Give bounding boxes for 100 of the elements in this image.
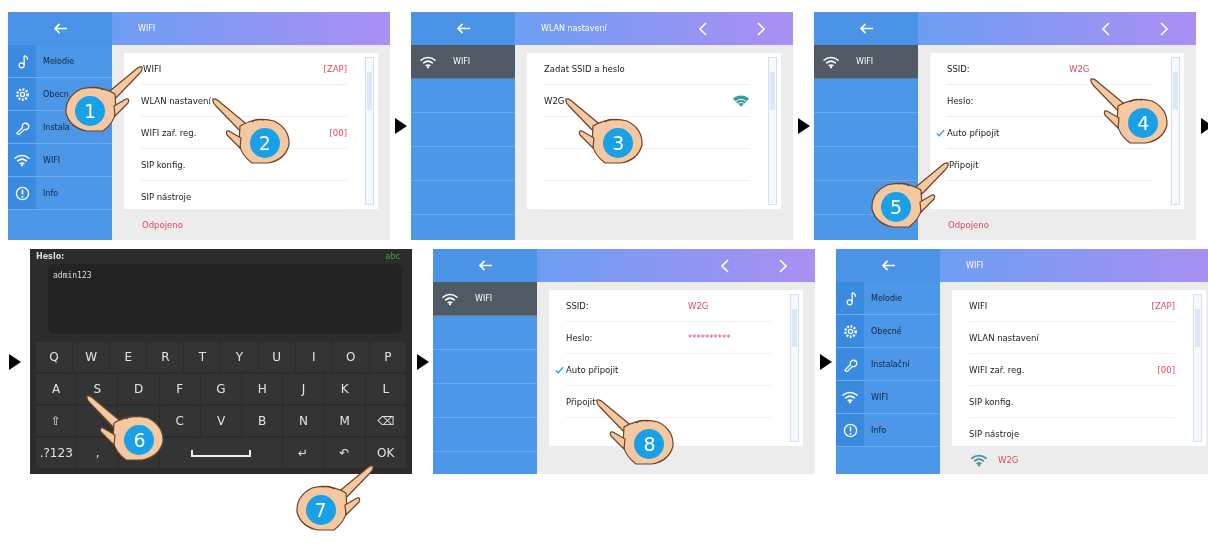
list-item-label[interactable]: SIP konfig. bbox=[969, 396, 1014, 407]
settings-icon bbox=[14, 86, 30, 102]
keyboard-key[interactable]: F bbox=[159, 374, 200, 404]
back-arrow-icon[interactable] bbox=[455, 23, 471, 34]
previous-icon[interactable] bbox=[721, 258, 729, 273]
sidebar-item[interactable]: WIFI bbox=[411, 45, 515, 79]
keyboard-key[interactable]: J bbox=[283, 374, 324, 404]
back-arrow-icon[interactable] bbox=[477, 260, 493, 271]
scrollbar[interactable] bbox=[1171, 57, 1180, 205]
list-item-label[interactable]: WIFI bbox=[143, 63, 162, 74]
wifi-icon bbox=[822, 54, 840, 69]
list-item-label[interactable]: Zadat SSID a heslo bbox=[544, 63, 625, 74]
keyboard-key[interactable]: R bbox=[147, 342, 184, 372]
keyboard-key[interactable]: T bbox=[184, 342, 221, 372]
list-item-label[interactable]: W2G bbox=[544, 95, 565, 106]
sidebar-item[interactable]: WIFI bbox=[814, 45, 918, 79]
wifi-icon bbox=[841, 390, 859, 404]
keyboard-key[interactable]: .?123 bbox=[36, 438, 77, 468]
keyboard-key[interactable]: I bbox=[295, 342, 332, 372]
list-item-value: W2G bbox=[1069, 63, 1090, 74]
screen-title: WIFI bbox=[138, 24, 156, 33]
next-icon[interactable] bbox=[779, 258, 787, 273]
keyboard-key[interactable]: ⌫ bbox=[365, 406, 406, 436]
keyboard-key[interactable]: P bbox=[369, 342, 406, 372]
list-item-label[interactable]: Auto připojit bbox=[947, 127, 1000, 138]
keyboard-key[interactable]: Y bbox=[221, 342, 258, 372]
keyboard-key[interactable]: W bbox=[73, 342, 110, 372]
back-arrow-icon[interactable] bbox=[52, 23, 68, 34]
previous-icon[interactable] bbox=[1102, 21, 1110, 36]
list-item-label[interactable]: SIP konfig. bbox=[141, 159, 186, 170]
keyboard-key[interactable] bbox=[160, 438, 282, 468]
list-item-label[interactable]: WLAN nastavení bbox=[141, 95, 211, 106]
input-mode[interactable]: abc bbox=[385, 252, 400, 261]
password-field[interactable]: admin123 bbox=[48, 264, 402, 334]
info-icon bbox=[842, 422, 858, 438]
sidebar-item[interactable]: Info bbox=[8, 177, 112, 210]
keyboard-key[interactable]: L bbox=[365, 374, 406, 404]
list-item-label[interactable]: SSID: bbox=[947, 63, 970, 74]
keyboard-key[interactable]: D bbox=[118, 374, 159, 404]
screen-title: WIFI bbox=[966, 261, 984, 270]
keyboard-key[interactable]: , bbox=[77, 438, 118, 468]
list-item-label[interactable]: Heslo: bbox=[566, 332, 593, 343]
keyboard-key[interactable]: N bbox=[283, 406, 324, 436]
keyboard-key[interactable]: B bbox=[242, 406, 283, 436]
sidebar-item[interactable]: Info bbox=[836, 414, 940, 447]
connection-status: Odpojeno bbox=[948, 219, 989, 230]
scrollbar[interactable] bbox=[790, 294, 799, 442]
list-item-label[interactable]: Auto připojit bbox=[566, 364, 619, 375]
space-bar-icon bbox=[190, 449, 251, 457]
connection-status: Odpojeno bbox=[142, 219, 183, 230]
list-item-label[interactable]: SSID: bbox=[566, 300, 589, 311]
screen-title: WLAN nastavení bbox=[541, 24, 607, 33]
keyboard-key[interactable]: ↶ bbox=[324, 438, 365, 468]
keyboard-key[interactable]: Q bbox=[36, 342, 73, 372]
sidebar-item[interactable]: Melodie bbox=[8, 45, 112, 78]
back-arrow-icon[interactable] bbox=[858, 23, 874, 34]
keyboard-key[interactable]: M bbox=[324, 406, 365, 436]
sidebar-item[interactable]: WIFI bbox=[836, 381, 940, 414]
keyboard-key[interactable]: O bbox=[332, 342, 369, 372]
list-item-label[interactable]: Připojit bbox=[566, 396, 596, 407]
keyboard-key[interactable]: ⇧ bbox=[36, 406, 77, 436]
scrollbar[interactable] bbox=[365, 57, 374, 205]
list-item-label[interactable]: SIP nástroje bbox=[969, 428, 1020, 439]
next-icon[interactable] bbox=[1160, 21, 1168, 36]
checkmark-icon[interactable] bbox=[936, 128, 945, 137]
keyboard-key[interactable]: ↵ bbox=[282, 438, 324, 468]
wrench-icon bbox=[842, 356, 858, 372]
back-arrow-icon[interactable] bbox=[880, 260, 896, 271]
sidebar-item[interactable]: WIFI bbox=[433, 282, 537, 316]
list-item-label[interactable]: SIP nástroje bbox=[141, 191, 192, 202]
settings-icon bbox=[842, 323, 858, 339]
list-item-value: [ZAP] bbox=[323, 63, 347, 74]
sidebar-item[interactable]: Instalační bbox=[836, 348, 940, 381]
list-item-label[interactable]: WIFI zař. reg. bbox=[969, 364, 1025, 375]
keyboard-key[interactable]: V bbox=[200, 406, 242, 436]
list-item-label[interactable]: Heslo: bbox=[947, 95, 974, 106]
list-item-value: [00] bbox=[1157, 364, 1175, 375]
list-item-label[interactable]: Připojit bbox=[949, 159, 979, 170]
keyboard-key[interactable]: E bbox=[110, 342, 147, 372]
keyboard-key[interactable]: A bbox=[36, 374, 77, 404]
list-item-label[interactable]: WIFI zař. reg. bbox=[141, 127, 197, 138]
list-item-label[interactable]: WIFI bbox=[969, 300, 988, 311]
sidebar-item[interactable]: Melodie bbox=[836, 282, 940, 315]
sidebar-item[interactable]: Obecné bbox=[836, 315, 940, 348]
keyboard-key[interactable]: H bbox=[242, 374, 283, 404]
wrench-icon bbox=[14, 119, 30, 135]
keyboard-key[interactable]: K bbox=[324, 374, 365, 404]
keyboard-key[interactable]: G bbox=[200, 374, 242, 404]
list-item-label[interactable]: WLAN nastavení bbox=[969, 332, 1039, 343]
sidebar-item[interactable]: WIFI bbox=[8, 144, 112, 177]
scrollbar[interactable] bbox=[768, 57, 777, 205]
info-icon bbox=[14, 185, 30, 201]
wifi-icon bbox=[441, 291, 459, 306]
checkmark-icon[interactable] bbox=[555, 365, 564, 374]
scrollbar[interactable] bbox=[1193, 294, 1202, 442]
keyboard-key[interactable]: C bbox=[159, 406, 200, 436]
list-item-value: ********** bbox=[688, 332, 731, 343]
keyboard-key[interactable]: U bbox=[258, 342, 295, 372]
next-icon[interactable] bbox=[757, 21, 765, 36]
previous-icon[interactable] bbox=[699, 21, 707, 36]
